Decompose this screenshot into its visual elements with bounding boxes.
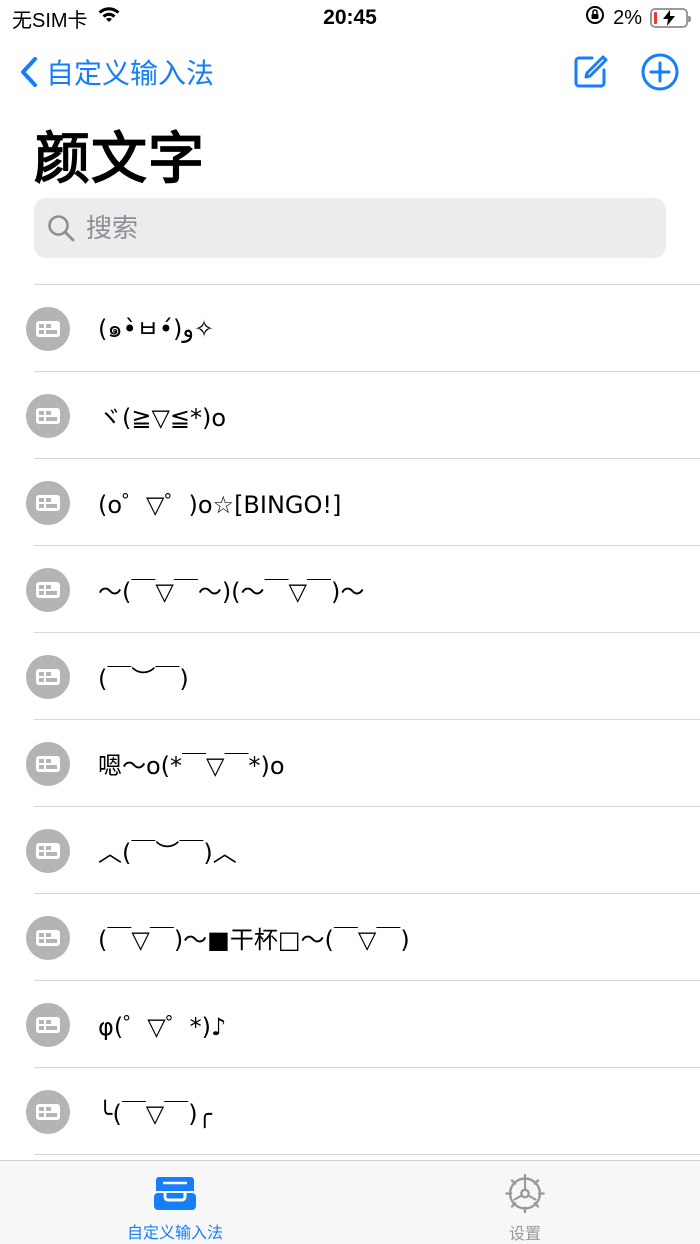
nav-actions	[570, 52, 680, 92]
emoticon-text: ヾ(≧▽≦*)o	[98, 404, 227, 432]
chevron-left-icon	[21, 57, 37, 87]
status-bar: 无SIM卡 20:45 2%	[0, 0, 700, 36]
emoticon-text: (o゜▽゜)o☆[BINGO!]	[98, 491, 342, 519]
list-item[interactable]: (o゜▽゜)o☆[BINGO!]	[0, 459, 700, 546]
emoticon-text: φ(゜▽゜*)♪	[98, 1013, 227, 1041]
keyboard-icon	[26, 393, 70, 438]
keyboard-icon	[26, 480, 70, 525]
search-bar[interactable]	[34, 198, 666, 258]
emoticon-text: ╰(￣▽￣)╭	[98, 1100, 213, 1128]
status-right: 2%	[585, 5, 691, 31]
tab-custom-input[interactable]: 自定义输入法	[0, 1161, 350, 1244]
compose-icon[interactable]	[570, 52, 610, 92]
gear-icon	[505, 1173, 545, 1214]
wifi-icon	[96, 5, 122, 31]
charging-bolt-icon	[663, 10, 675, 26]
list-item[interactable]: (￣▽￣)～■干杯□～(￣▽￣)	[0, 894, 700, 981]
list-item[interactable]: (￣︶￣)	[0, 633, 700, 720]
keyboard-icon	[26, 1002, 70, 1047]
emoticon-text: ～(￣▽￣～)(～￣▽￣)～	[98, 578, 365, 606]
keyboard-icon	[26, 741, 70, 786]
emoticon-text: 嗯～o(*￣▽￣*)o	[98, 752, 285, 780]
tab-label: 自定义输入法	[126, 1225, 223, 1242]
tab-settings[interactable]: 设置	[350, 1161, 700, 1244]
emoticon-text: ︿(￣︶￣)︿	[98, 839, 237, 867]
rotation-lock-icon	[585, 5, 605, 31]
search-icon	[48, 215, 75, 242]
row-divider	[34, 1154, 700, 1155]
status-left: 无SIM卡	[12, 4, 122, 33]
navigation-bar: 自定义输入法	[0, 44, 700, 100]
carrier-label: 无SIM卡	[12, 9, 88, 32]
tab-label: 设置	[508, 1226, 541, 1243]
battery-icon	[650, 8, 691, 28]
emoticon-text: (๑•̀ㅂ•́)و✧	[98, 315, 215, 343]
keyboard-icon	[26, 1089, 70, 1134]
battery-percent: 2%	[613, 6, 642, 29]
list-item[interactable]: ╰(￣▽￣)╭	[0, 1068, 700, 1155]
keyboard-icon	[26, 915, 70, 960]
keyboard-icon	[26, 567, 70, 612]
keyboard-icon	[26, 306, 70, 351]
keyboard-icon	[26, 654, 70, 699]
emoticon-list: (๑•̀ㅂ•́)و✧ ヾ(≧▽≦*)o (o゜▽゜)o☆[BINGO!] ～(￣▽￣～…	[0, 284, 700, 1155]
list-item[interactable]: ～(￣▽￣～)(～￣▽￣)～	[0, 546, 700, 633]
battery-fill	[654, 12, 657, 24]
list-item[interactable]: ヾ(≧▽≦*)o	[0, 372, 700, 459]
emoticon-text: (￣︶￣)	[98, 665, 189, 693]
screen: 无SIM卡 20:45 2% 自定义输入法 颜文字 搜索 (๑•̀ㅂ•́)و✧ …	[0, 0, 700, 1244]
list-item[interactable]: φ(゜▽゜*)♪	[0, 981, 700, 1068]
list-item[interactable]: 嗯～o(*￣▽￣*)o	[0, 720, 700, 807]
back-button-label: 自定义输入法	[46, 58, 215, 89]
keyboard-icon	[26, 828, 70, 873]
list-item[interactable]: (๑•̀ㅂ•́)و✧	[0, 285, 700, 372]
search-input[interactable]	[86, 212, 646, 244]
back-button[interactable]: 自定义输入法	[20, 52, 214, 92]
tray-icon	[154, 1177, 196, 1210]
emoticon-text: (￣▽￣)～■干杯□～(￣▽￣)	[98, 926, 410, 954]
add-circle-icon[interactable]	[640, 52, 680, 92]
list-item[interactable]: ︿(￣︶￣)︿	[0, 807, 700, 894]
page-title: 颜文字	[34, 127, 205, 190]
tab-bar: 自定义输入法 设置	[0, 1160, 700, 1244]
